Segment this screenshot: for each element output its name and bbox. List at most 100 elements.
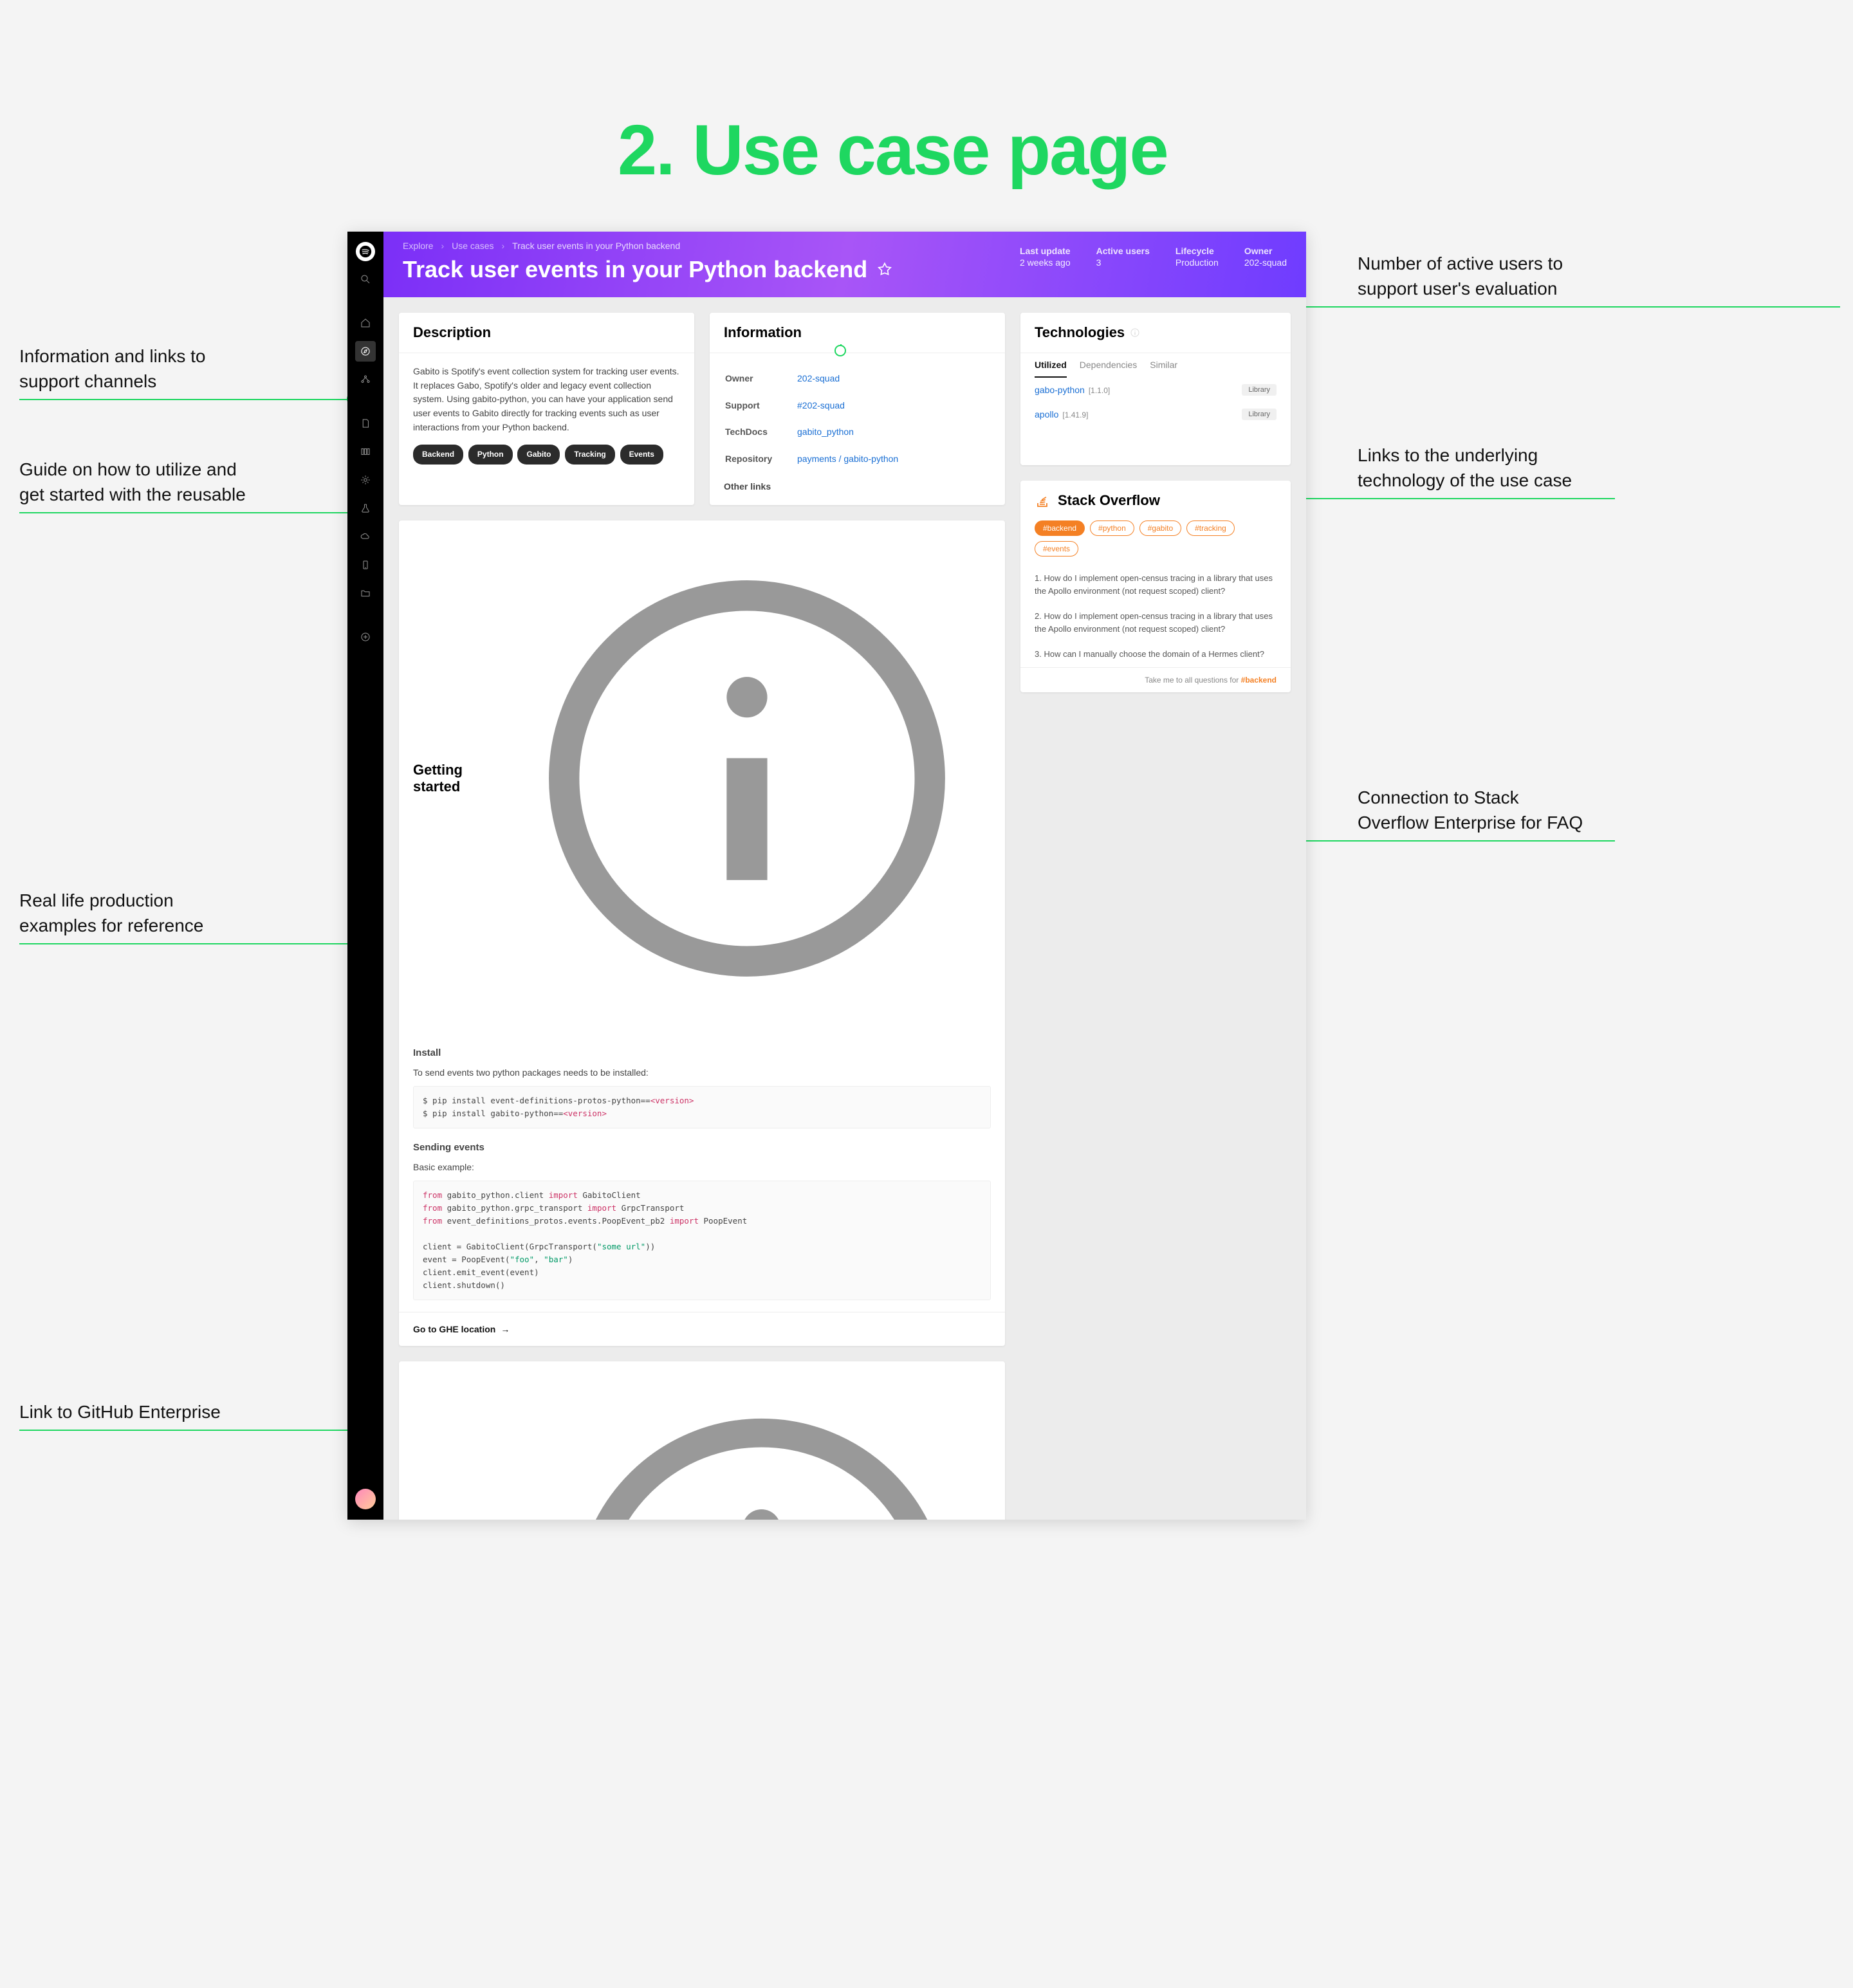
install-heading: Install: [413, 1045, 991, 1060]
breadcrumb-current: Track user events in your Python backend: [512, 241, 680, 251]
annotation-line-1: [19, 399, 351, 400]
star-icon[interactable]: [876, 261, 893, 278]
so-tag-backend[interactable]: #backend: [1035, 520, 1085, 536]
mobile-icon[interactable]: [355, 555, 376, 575]
description-card: Description Gabito is Spotify's event co…: [399, 313, 694, 505]
page-title: Track user events in your Python backend: [403, 256, 867, 283]
meta-active-users: Active users3: [1096, 246, 1150, 268]
getting-started-heading: Getting started: [413, 762, 498, 795]
information-heading: Information: [710, 313, 1005, 353]
techdocs-link[interactable]: gabito_python: [797, 427, 854, 437]
tab-dependencies[interactable]: Dependencies: [1080, 353, 1138, 378]
meta-owner: Owner202-squad: [1244, 246, 1287, 268]
main-panel: Explore › Use cases › Track user events …: [383, 232, 1306, 1520]
meta-last-update: Last update2 weeks ago: [1020, 246, 1071, 268]
so-question-3[interactable]: 3. How can I manually choose the domain …: [1020, 641, 1291, 667]
owner-link[interactable]: 202-squad: [797, 373, 840, 383]
search-icon[interactable]: [355, 269, 376, 290]
info-icon: [503, 535, 991, 1022]
annotation-support-channels: Information and links to support channel…: [19, 344, 206, 394]
ghe-link-1[interactable]: Go to GHE location →: [399, 1312, 1005, 1346]
sidebar: [347, 232, 383, 1520]
tech-item-apollo: apollo[1.41.9] Library: [1020, 402, 1291, 427]
tech-link-apollo[interactable]: apollo: [1035, 409, 1058, 419]
gear-icon[interactable]: [355, 470, 376, 490]
tag-gabito[interactable]: Gabito: [517, 445, 560, 465]
annotation-stackoverflow: Connection to Stack Overflow Enterprise …: [1358, 785, 1583, 835]
description-heading: Description: [399, 313, 694, 353]
other-links-label: Other links: [724, 480, 991, 494]
header-meta: Last update2 weeks ago Active users3 Lif…: [1020, 246, 1287, 268]
folder-icon[interactable]: [355, 583, 376, 603]
so-tag-events[interactable]: #events: [1035, 541, 1078, 557]
so-tag-python[interactable]: #python: [1090, 520, 1134, 536]
breadcrumb-use-cases[interactable]: Use cases: [452, 241, 493, 251]
so-tag-tracking[interactable]: #tracking: [1186, 520, 1235, 536]
tag-backend[interactable]: Backend: [413, 445, 463, 465]
meta-lifecycle: LifecycleProduction: [1175, 246, 1219, 268]
technologies-tabs: Utilized Dependencies Similar: [1020, 353, 1291, 378]
cloud-icon[interactable]: [355, 526, 376, 547]
stackoverflow-heading: Stack Overflow: [1058, 492, 1160, 509]
stackoverflow-tags: #backend #python #gabito #tracking #even…: [1020, 520, 1291, 566]
tab-utilized[interactable]: Utilized: [1035, 353, 1067, 378]
production-examples-card: Production examples Example 1 Example 2 …: [399, 1361, 1005, 1520]
sending-heading: Sending events: [413, 1140, 991, 1155]
information-card: Information Owner202-squad Support#202-s…: [710, 313, 1005, 505]
annotation-guide: Guide on how to utilize and get started …: [19, 457, 246, 507]
annotation-dot-info: [834, 345, 846, 356]
info-icon: [532, 1376, 991, 1520]
flask-icon[interactable]: [355, 498, 376, 519]
annotation-ghe: Link to GitHub Enterprise: [19, 1399, 221, 1424]
tech-link-gabo[interactable]: gabo-python: [1035, 385, 1085, 395]
technologies-heading: Technologies: [1035, 324, 1125, 341]
so-question-1[interactable]: 1. How do I implement open-census tracin…: [1020, 566, 1291, 603]
annotation-production: Real life production examples for refere…: [19, 888, 203, 938]
info-row-support: Support#202-squad: [725, 393, 990, 419]
tag-tracking[interactable]: Tracking: [565, 445, 614, 465]
home-icon[interactable]: [355, 313, 376, 333]
so-question-2[interactable]: 2. How do I implement open-census tracin…: [1020, 603, 1291, 641]
spotify-logo[interactable]: [356, 242, 375, 261]
stackoverflow-card: Stack Overflow #backend #python #gabito …: [1020, 481, 1291, 692]
repo-link[interactable]: payments / gabito-python: [797, 454, 898, 464]
stackoverflow-icon: [1035, 493, 1050, 508]
user-avatar[interactable]: [355, 1489, 376, 1509]
sending-text: Basic example:: [413, 1161, 991, 1175]
tech-item-gabo: gabo-python[1.1.0] Library: [1020, 378, 1291, 402]
file-icon[interactable]: [355, 413, 376, 434]
annotation-line-7: [1278, 840, 1615, 842]
technologies-card: Technologies Utilized Dependencies Simil…: [1020, 313, 1291, 465]
org-icon[interactable]: [355, 369, 376, 390]
chevron-right-icon: ›: [441, 241, 444, 251]
getting-started-card: Getting started Install To send events t…: [399, 520, 1005, 1346]
info-icon: [1130, 327, 1140, 338]
tech-badge: Library: [1242, 384, 1277, 396]
info-row-owner: Owner202-squad: [725, 366, 990, 392]
plus-circle-icon[interactable]: [355, 627, 376, 647]
annotation-technologies: Links to the underlying technology of th…: [1358, 443, 1572, 493]
annotation-active-users: Number of active users to support user's…: [1358, 251, 1563, 301]
breadcrumb-explore[interactable]: Explore: [403, 241, 433, 251]
tech-badge: Library: [1242, 409, 1277, 420]
so-tag-gabito[interactable]: #gabito: [1139, 520, 1181, 536]
info-row-repo: Repositorypayments / gabito-python: [725, 446, 990, 472]
explore-icon[interactable]: [355, 341, 376, 362]
support-link[interactable]: #202-squad: [797, 400, 845, 410]
arrow-right-icon: →: [501, 1324, 510, 1334]
description-text: Gabito is Spotify's event collection sys…: [413, 365, 680, 434]
tag-events[interactable]: Events: [620, 445, 663, 465]
page-header: Explore › Use cases › Track user events …: [383, 232, 1306, 297]
install-text: To send events two python packages needs…: [413, 1066, 991, 1080]
description-tags: Backend Python Gabito Tracking Events: [413, 442, 680, 465]
tab-similar[interactable]: Similar: [1150, 353, 1177, 378]
app-window: Explore › Use cases › Track user events …: [347, 232, 1306, 1520]
install-code: $ pip install event-definitions-protos-p…: [413, 1086, 991, 1128]
tag-python[interactable]: Python: [468, 445, 513, 465]
sending-code: from gabito_python.client import GabitoC…: [413, 1181, 991, 1300]
chevron-right-icon: ›: [502, 241, 505, 251]
so-footer-link[interactable]: Take me to all questions for #backend: [1020, 667, 1291, 692]
slide-title: 2. Use case page: [618, 109, 1168, 191]
library-icon[interactable]: [355, 441, 376, 462]
info-row-techdocs: TechDocsgabito_python: [725, 419, 990, 445]
